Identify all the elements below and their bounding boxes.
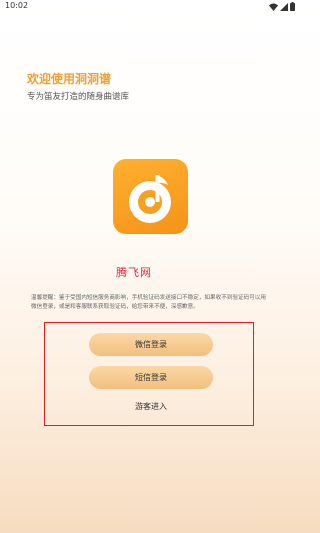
app-logo (113, 159, 188, 234)
welcome-subtitle: 专为笛友打造的随身曲谱库 (27, 92, 130, 102)
signal-icon (280, 2, 288, 11)
welcome-title: 欢迎使用洞洞谱 (27, 72, 112, 86)
wifi-icon (269, 3, 278, 11)
brand-name: 腾飞网 (116, 266, 152, 279)
status-bar: 10:02 (0, 0, 300, 14)
wechat-login-button[interactable]: 微信登录 (89, 333, 213, 356)
status-icons (269, 2, 295, 11)
music-note-logo-icon (129, 175, 171, 223)
status-time: 10:02 (5, 1, 29, 10)
battery-icon (290, 2, 295, 11)
guest-entry-link[interactable]: 游客进入 (89, 401, 213, 412)
sms-login-button[interactable]: 短信登录 (89, 366, 213, 389)
notice-text: 温馨提醒：鉴于受国内短信服务商影响，手机验证码发送接口不稳定，如果收不到验证码可… (31, 295, 266, 310)
